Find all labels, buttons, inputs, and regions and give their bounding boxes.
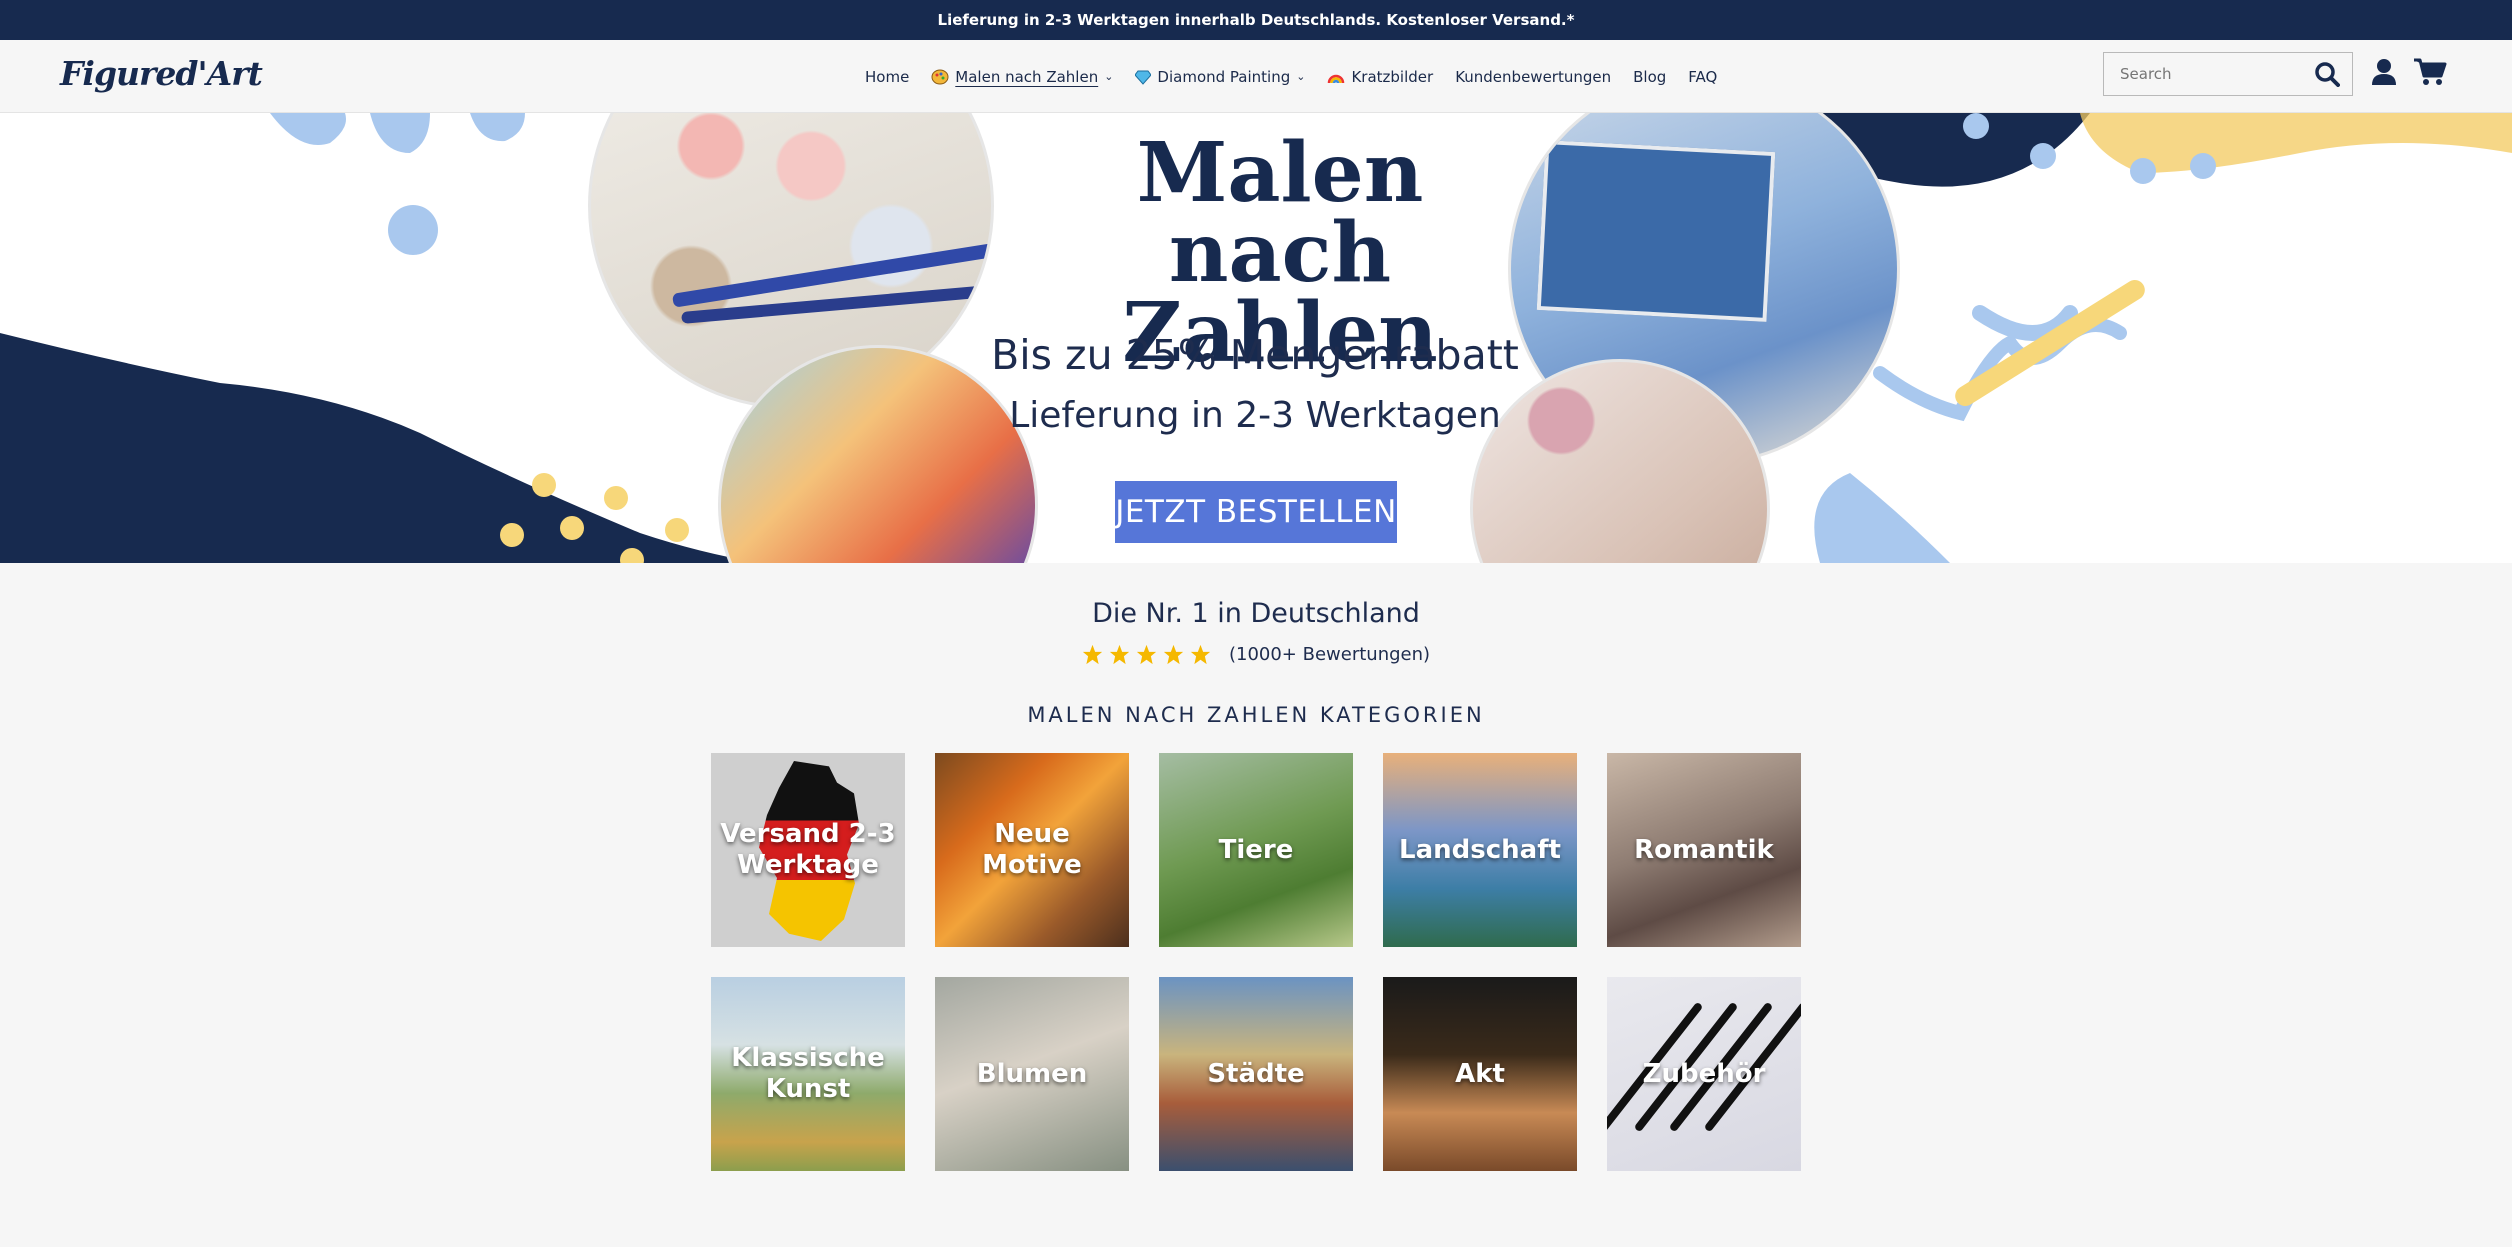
account-icon[interactable] [2369,57,2399,87]
nav-item-label: Home [865,67,910,86]
nav-item-label: Diamond Painting [1157,67,1291,86]
decor-dot [2130,158,2156,184]
category-tile-zubehoer[interactable]: Zubehör [1607,977,1801,1171]
nav-item-home[interactable]: Home [865,68,909,86]
star-icon [1136,644,1157,665]
cart-icon[interactable] [2413,57,2447,87]
star-icon [1109,644,1130,665]
category-tile-neue-motive[interactable]: Neue Motive [935,753,1129,947]
search-input[interactable] [2104,65,2304,83]
category-label: Akt [1455,1058,1505,1089]
rating-count: (1000+ Bewertungen) [1228,644,1431,665]
decor-dot [604,486,628,510]
star-icon [1190,644,1211,665]
category-label: Neue Motive [982,819,1082,880]
categories-heading: MALEN NACH ZAHLEN KATEGORIEN [1027,703,1485,727]
palette-icon [931,69,949,84]
chevron-down-icon: ⌄ [1296,70,1306,83]
search-box [2103,52,2353,96]
order-now-button[interactable]: JETZT BESTELLEN [1115,481,1397,543]
category-label: Klassische Kunst [731,1043,885,1104]
decor-dot [500,523,524,547]
nav-item-label: Blog [1633,67,1667,86]
search-icon[interactable] [2314,61,2340,87]
decor-dot [2190,153,2216,179]
tagline: Die Nr. 1 in Deutschland [1092,598,1420,629]
nav-item-faq[interactable]: FAQ [1688,68,1717,86]
logo-text: Figured'Art [60,54,263,93]
category-tile-tiere[interactable]: Tiere [1159,753,1353,947]
decor-dot [560,516,584,540]
category-label: Zubehör [1642,1058,1766,1089]
nav-item-blog[interactable]: Blog [1633,68,1666,86]
star-rating [1082,644,1211,665]
category-label: Versand 2-3 Werktage [720,819,896,880]
rainbow-icon [1328,74,1345,83]
category-tile-klassische-kunst[interactable]: Klassische Kunst [711,977,905,1171]
main-nav: Home Malen nach Zahlen ⌄ Diamond Paintin… [865,40,1717,113]
nav-item-kratzbilder[interactable]: Kratzbilder [1327,68,1433,86]
category-tile-landschaft[interactable]: Landschaft [1383,753,1577,947]
category-tile-romantik[interactable]: Romantik [1607,753,1801,947]
category-label: Tiere [1218,834,1294,865]
announcement-text: Lieferung in 2-3 Werktagen innerhalb Deu… [937,11,1575,29]
hero-subtitle-delivery: Lieferung in 2-3 Werktagen [1009,395,1501,436]
category-grid: Versand 2-3 Werktage Neue Motive Tiere L… [711,753,1801,1171]
category-tile-versand[interactable]: Versand 2-3 Werktage [711,753,905,947]
nav-item-label: Malen nach Zahlen [955,67,1099,86]
nav-item-malen-nach-zahlen[interactable]: Malen nach Zahlen ⌄ [931,68,1113,86]
category-label: Landschaft [1399,834,1561,865]
logo[interactable]: Figured'Art [60,54,263,93]
category-tile-staedte[interactable]: Städte [1159,977,1353,1171]
chevron-down-icon: ⌄ [1104,70,1114,83]
rating-summary[interactable]: (1000+ Bewertungen) [0,644,2512,665]
category-label: Blumen [976,1058,1088,1089]
category-tile-akt[interactable]: Akt [1383,977,1577,1171]
nav-item-kundenbewertungen[interactable]: Kundenbewertungen [1455,68,1611,86]
decor-dot [665,518,689,542]
category-label: Romantik [1634,834,1774,865]
site-header: Figured'Art Home Malen nach Zahlen ⌄ Dia… [0,40,2512,113]
nav-item-label: FAQ [1688,67,1718,86]
category-tile-blumen[interactable]: Blumen [935,977,1129,1171]
decor-dot [2030,143,2056,169]
hero-subtitle-discount: Bis zu 25% Mengenrabatt [991,331,1519,379]
announcement-bar: Lieferung in 2-3 Werktagen innerhalb Deu… [0,0,2512,40]
nav-item-diamond-painting[interactable]: Diamond Painting ⌄ [1135,68,1305,86]
hero-banner[interactable]: Malen nach Zahlen Bis zu 25% Mengenrabat… [0,113,2512,563]
decor-dot [532,473,556,497]
decor-dot [388,205,438,255]
diamond-icon [1135,70,1152,85]
decor-dot [1963,113,1989,139]
star-icon [1082,644,1103,665]
nav-item-label: Kundenbewertungen [1455,67,1612,86]
star-icon [1163,644,1184,665]
category-label: Städte [1207,1058,1305,1089]
nav-item-label: Kratzbilder [1351,67,1434,86]
